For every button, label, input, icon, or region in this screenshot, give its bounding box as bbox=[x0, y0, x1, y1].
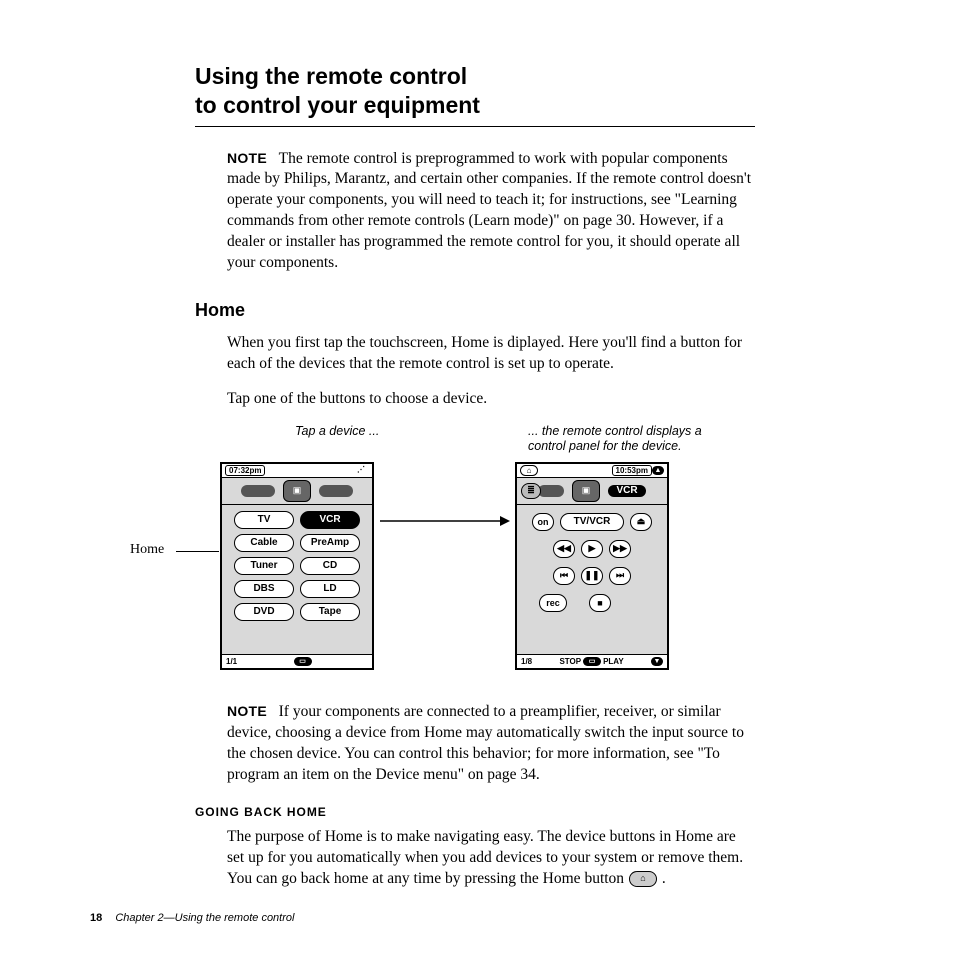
page-title: Using the remote control to control your… bbox=[195, 62, 755, 120]
band-pill-right bbox=[319, 485, 353, 497]
pause-button[interactable]: ❚❚ bbox=[581, 567, 603, 585]
page-number: 18 bbox=[90, 912, 102, 924]
device-tv[interactable]: TV bbox=[234, 511, 294, 529]
remote-vcr-topbar: ⌂ 10:53pm ▲ bbox=[517, 464, 667, 478]
section-home: Home bbox=[195, 300, 755, 321]
remote-vcr-time: 10:53pm bbox=[612, 465, 652, 476]
remote-vcr-screen: ⌂ 10:53pm ▲ ≣ ▣ VCR on TV/VCR ⏏ bbox=[515, 462, 669, 670]
mode-icon-2: ▣ bbox=[572, 480, 600, 502]
title-rule bbox=[195, 126, 755, 127]
mode-icon: ▣ bbox=[283, 480, 311, 502]
page-footer: 18 Chapter 2—Using the remote control bbox=[90, 912, 294, 924]
home-side-label: Home bbox=[130, 542, 164, 558]
bottom-stop-label: STOP bbox=[559, 657, 581, 666]
device-tape[interactable]: Tape bbox=[300, 603, 360, 621]
note-1: NOTE The remote control is preprogrammed… bbox=[227, 149, 755, 275]
play-button[interactable]: ▶ bbox=[581, 540, 603, 558]
remote-home-screen: 07:32pm ⋰ ▣ TV VCR Cable PreAm bbox=[220, 462, 374, 670]
band-pill-left-2 bbox=[538, 485, 564, 497]
eject-button[interactable]: ⏏ bbox=[630, 513, 652, 531]
note-2: NOTE If your components are connected to… bbox=[227, 702, 755, 786]
note-label: NOTE bbox=[227, 150, 267, 166]
manual-page: Using the remote control to control your… bbox=[0, 0, 954, 954]
up-icon[interactable]: ▲ bbox=[652, 466, 664, 475]
remote-icon-2: ▭ bbox=[583, 657, 601, 666]
device-ld[interactable]: LD bbox=[300, 580, 360, 598]
note-1-text: The remote control is preprogrammed to w… bbox=[227, 150, 751, 272]
arrow bbox=[380, 514, 510, 515]
remote-vcr-bottom: 1/8 STOP ▭ PLAY ▼ bbox=[517, 654, 667, 668]
remote-home-time: 07:32pm bbox=[225, 465, 265, 476]
caption-left: Tap a device ... bbox=[295, 424, 465, 440]
remote-home-bottom: 1/1 ▭ bbox=[222, 654, 372, 668]
chapter-label: Chapter 2—Using the remote control bbox=[115, 912, 294, 924]
signal-icon: ⋰ bbox=[357, 465, 369, 475]
remote-home-topbar: 07:32pm ⋰ bbox=[222, 464, 372, 478]
rew-button[interactable]: ◀◀ bbox=[553, 540, 575, 558]
tvvcr-button[interactable]: TV/VCR bbox=[560, 513, 624, 531]
stop-button[interactable]: ■ bbox=[589, 594, 611, 612]
home-paragraph-2: Tap one of the buttons to choose a devic… bbox=[227, 389, 755, 410]
device-title-vcr: VCR bbox=[608, 485, 646, 497]
home-leader-line bbox=[176, 551, 219, 552]
remote-vcr-band: ≣ ▣ VCR bbox=[517, 478, 667, 505]
note-2-text: If your components are connected to a pr… bbox=[227, 703, 744, 783]
inline-home-button-icon: ⌂ bbox=[629, 871, 657, 887]
caption-right: ... the remote control displays a contro… bbox=[528, 424, 718, 455]
remote-icon: ▭ bbox=[294, 657, 312, 666]
going-back-paragraph: The purpose of Home is to make navigatin… bbox=[227, 827, 755, 890]
remote-home-body: TV VCR Cable PreAmp Tuner CD DBS LD bbox=[222, 505, 372, 623]
remote-vcr-page: 1/8 bbox=[521, 657, 532, 666]
prev-button[interactable]: ⏮ bbox=[553, 567, 575, 585]
subsection-going-back: GOING BACK HOME bbox=[195, 805, 755, 819]
rec-button[interactable]: rec bbox=[539, 594, 567, 612]
remote-home-band: ▣ bbox=[222, 478, 372, 505]
device-dvd[interactable]: DVD bbox=[234, 603, 294, 621]
remote-vcr-body: on TV/VCR ⏏ ◀◀ ▶ ▶▶ ⏮ ❚❚ ⏭ bbox=[517, 505, 667, 614]
ff-button[interactable]: ▶▶ bbox=[609, 540, 631, 558]
device-cd[interactable]: CD bbox=[300, 557, 360, 575]
band-pill-left bbox=[241, 485, 275, 497]
main-column: Using the remote control to control your… bbox=[195, 62, 755, 890]
note-label-2: NOTE bbox=[227, 703, 267, 719]
down-icon[interactable]: ▼ bbox=[651, 657, 663, 666]
home-icon[interactable]: ⌂ bbox=[520, 465, 538, 476]
device-preamp[interactable]: PreAmp bbox=[300, 534, 360, 552]
going-back-text-b: . bbox=[658, 870, 666, 887]
on-button[interactable]: on bbox=[532, 513, 554, 531]
device-dbs[interactable]: DBS bbox=[234, 580, 294, 598]
bottom-play-label: PLAY bbox=[603, 657, 624, 666]
device-tuner[interactable]: Tuner bbox=[234, 557, 294, 575]
next-button[interactable]: ⏭ bbox=[609, 567, 631, 585]
going-back-text-a: The purpose of Home is to make navigatin… bbox=[227, 828, 743, 887]
remote-home-page: 1/1 bbox=[226, 657, 237, 666]
figure-area: Tap a device ... ... the remote control … bbox=[195, 424, 755, 684]
title-line-1: Using the remote control bbox=[195, 63, 467, 89]
device-vcr[interactable]: VCR bbox=[300, 511, 360, 529]
home-paragraph-1: When you first tap the touchscreen, Home… bbox=[227, 333, 755, 375]
device-cable[interactable]: Cable bbox=[234, 534, 294, 552]
title-line-2: to control your equipment bbox=[195, 92, 480, 118]
list-icon[interactable]: ≣ bbox=[521, 483, 541, 499]
